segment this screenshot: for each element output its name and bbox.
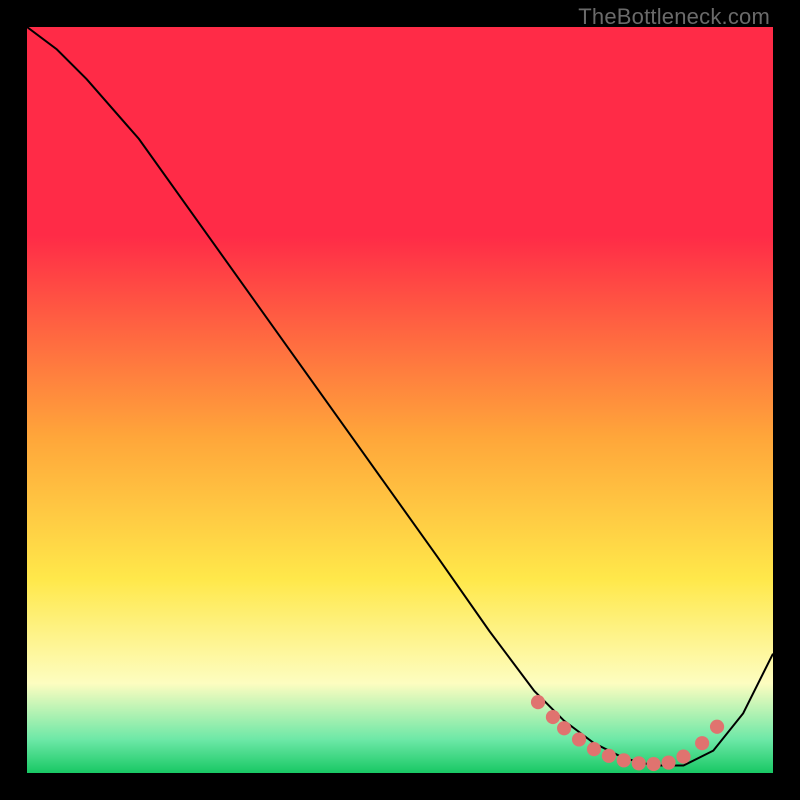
chart-frame: TheBottleneck.com [0, 0, 800, 800]
curve-dot [695, 736, 709, 750]
curve-dot [531, 695, 545, 709]
curve-dot [546, 710, 560, 724]
plot-area [27, 27, 773, 773]
curve-dot [647, 757, 661, 771]
curve-dot [632, 756, 646, 770]
curve-layer [27, 27, 773, 773]
curve-dot [710, 720, 724, 734]
curve-dot [557, 721, 571, 735]
curve-dot [602, 749, 616, 763]
bottleneck-curve [27, 27, 773, 766]
curve-dot [661, 755, 675, 769]
curve-dot [587, 742, 601, 756]
curve-dot [572, 732, 586, 746]
curve-dot [617, 753, 631, 767]
curve-dot [676, 750, 690, 764]
